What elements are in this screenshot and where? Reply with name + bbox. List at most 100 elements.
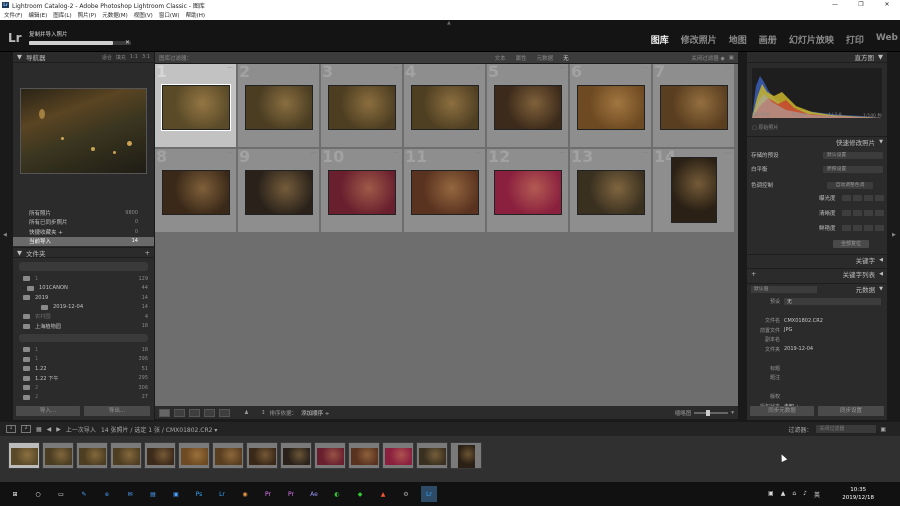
- filmstrip-thumbnail[interactable]: [76, 442, 108, 469]
- lock-icon[interactable]: ▣: [729, 55, 734, 61]
- folder-item[interactable]: 农村园 4: [13, 312, 154, 322]
- metadata-row[interactable]: [747, 307, 887, 317]
- filmstrip-thumbnail[interactable]: [450, 442, 482, 469]
- filter-select[interactable]: 关闭过滤器: [816, 425, 877, 433]
- folder-item[interactable]: 101CANON 44: [13, 284, 154, 294]
- metadata-header[interactable]: 默认值 元数据 ▼: [747, 283, 887, 294]
- menu-help[interactable]: 帮助(H): [186, 11, 205, 19]
- filmstrip-thumbnail[interactable]: [382, 442, 414, 469]
- export-button[interactable]: 导出...: [84, 406, 150, 416]
- volume-bar[interactable]: [19, 262, 148, 271]
- taskbar-app-icon[interactable]: ⊞: [7, 486, 23, 502]
- menu-photo[interactable]: 照片(P): [78, 11, 97, 19]
- metadata-value[interactable]: CMX01802.CR2: [784, 318, 887, 324]
- taskbar-app-icon[interactable]: e: [99, 486, 115, 502]
- menu-window[interactable]: 窗口(W): [159, 11, 180, 19]
- histogram-header[interactable]: 直方图 ▼: [747, 52, 887, 63]
- filter-lock-icon[interactable]: ▣: [880, 426, 886, 433]
- tone-step-button[interactable]: [852, 195, 862, 201]
- photo-thumbnail[interactable]: [577, 85, 645, 130]
- filter-text[interactable]: 文本: [495, 54, 506, 62]
- module-library[interactable]: 图库: [651, 33, 669, 46]
- tone-step-button[interactable]: [841, 225, 851, 231]
- menu-metadata[interactable]: 元数据(M): [102, 11, 128, 19]
- taskbar-app-icon[interactable]: Lr: [214, 486, 230, 502]
- tone-step-button[interactable]: [874, 210, 884, 216]
- photo-thumbnail[interactable]: [494, 85, 562, 130]
- tone-step-button[interactable]: [841, 210, 851, 216]
- photo-thumbnail[interactable]: [245, 170, 313, 215]
- taskbar-app-icon[interactable]: ◐: [329, 486, 345, 502]
- folder-item[interactable]: 2 27: [13, 393, 154, 403]
- filmstrip-thumbnail[interactable]: [212, 442, 244, 469]
- people-view-icon[interactable]: [219, 408, 230, 417]
- grid-cell[interactable]: 2 ···: [238, 62, 320, 148]
- tone-step-button[interactable]: [852, 210, 862, 216]
- metadata-preset-select[interactable]: 默认值: [751, 285, 817, 293]
- folder-item[interactable]: 2 306: [13, 383, 154, 393]
- loupe-view-icon[interactable]: [174, 408, 185, 417]
- folders-header[interactable]: ▼ 文件夹 +: [13, 247, 154, 258]
- module-map[interactable]: 地图: [729, 33, 747, 46]
- menu-view[interactable]: 视图(V): [134, 11, 153, 19]
- grid-cell[interactable]: 8 ···: [155, 147, 237, 233]
- catalog-item-current-import[interactable]: 当前导入 14: [13, 236, 154, 246]
- saved-preset-select[interactable]: 默认设置: [823, 151, 883, 159]
- close-button[interactable]: ✕: [874, 0, 900, 10]
- folder-item[interactable]: 1.22 下午 295: [13, 374, 154, 384]
- painter-icon[interactable]: ♟: [244, 410, 249, 416]
- original-photo-checkbox[interactable]: ▢ 原始照片: [752, 124, 778, 131]
- filmstrip-thumbnail[interactable]: [246, 442, 278, 469]
- back-arrow-icon[interactable]: ◀: [47, 426, 52, 433]
- metadata-value[interactable]: JPG: [784, 327, 887, 333]
- menu-edit[interactable]: 编辑(E): [28, 11, 47, 19]
- survey-view-icon[interactable]: [204, 408, 215, 417]
- filmstrip-thumbnail[interactable]: [42, 442, 74, 469]
- navigator-preview[interactable]: [20, 88, 147, 174]
- photo-thumbnail[interactable]: [328, 85, 396, 130]
- module-print[interactable]: 打印: [846, 33, 864, 46]
- folder-item[interactable]: 2019-12-04 14: [13, 303, 154, 313]
- grid-cell[interactable]: 11 ···: [404, 147, 486, 233]
- nav-view-fit[interactable]: 适合: [102, 54, 112, 61]
- folder-item[interactable]: 1 396: [13, 355, 154, 365]
- filmstrip-thumbnail[interactable]: [280, 442, 312, 469]
- folder-item[interactable]: 1.22 51: [13, 364, 154, 374]
- import-button[interactable]: 导入...: [16, 406, 80, 416]
- cancel-import-icon[interactable]: ✕: [125, 39, 130, 46]
- filter-metadata[interactable]: 元数据: [537, 54, 554, 62]
- navigator-header[interactable]: ▼ 导航器 适合 填充 1:1 3:1: [13, 52, 154, 63]
- taskbar-app-icon[interactable]: ⚙: [398, 486, 414, 502]
- minimize-button[interactable]: —: [822, 0, 848, 10]
- module-slideshow[interactable]: 幻灯片放映: [789, 33, 834, 46]
- tone-step-button[interactable]: [841, 195, 851, 201]
- maximize-button[interactable]: ❐: [848, 0, 874, 10]
- grid-cell[interactable]: 4 ···: [404, 62, 486, 148]
- grid-view-icon[interactable]: [159, 408, 170, 417]
- left-panel-toggle-icon[interactable]: ◀: [3, 232, 7, 238]
- ime-icon[interactable]: 英: [814, 490, 820, 499]
- tone-step-button[interactable]: [874, 225, 884, 231]
- forward-arrow-icon[interactable]: ▶: [56, 426, 61, 433]
- filmstrip-thumbnail[interactable]: [110, 442, 142, 469]
- tone-step-button[interactable]: [874, 195, 884, 201]
- grid-cell[interactable]: 6 ···: [570, 62, 652, 148]
- volume-icon[interactable]: ♪: [803, 490, 807, 499]
- filter-preset[interactable]: 关闭过滤器 ◆: [691, 54, 724, 62]
- photo-thumbnail[interactable]: [245, 85, 313, 130]
- taskbar-app-icon[interactable]: ✎: [76, 486, 92, 502]
- catalog-item[interactable]: 所有已同步照片 0: [13, 218, 154, 228]
- grid-cell[interactable]: 9 ···: [238, 147, 320, 233]
- metadata-row[interactable]: 标题: [747, 364, 887, 374]
- photo-thumbnail[interactable]: [577, 170, 645, 215]
- taskbar-app-icon[interactable]: Ae: [306, 486, 322, 502]
- filmstrip-thumbnail[interactable]: [8, 442, 40, 469]
- tone-step-button[interactable]: [863, 210, 873, 216]
- keyword-list-header[interactable]: + 关键字列表 ◀: [747, 268, 887, 279]
- module-develop[interactable]: 修改照片: [681, 33, 717, 46]
- thumbnail-size-slider[interactable]: [694, 409, 729, 416]
- tray-up-icon[interactable]: ▲: [781, 490, 786, 499]
- folder-item[interactable]: 上海植物园 18: [13, 322, 154, 332]
- taskbar-app-icon[interactable]: ▲: [375, 486, 391, 502]
- taskbar-app-icon[interactable]: ◆: [352, 486, 368, 502]
